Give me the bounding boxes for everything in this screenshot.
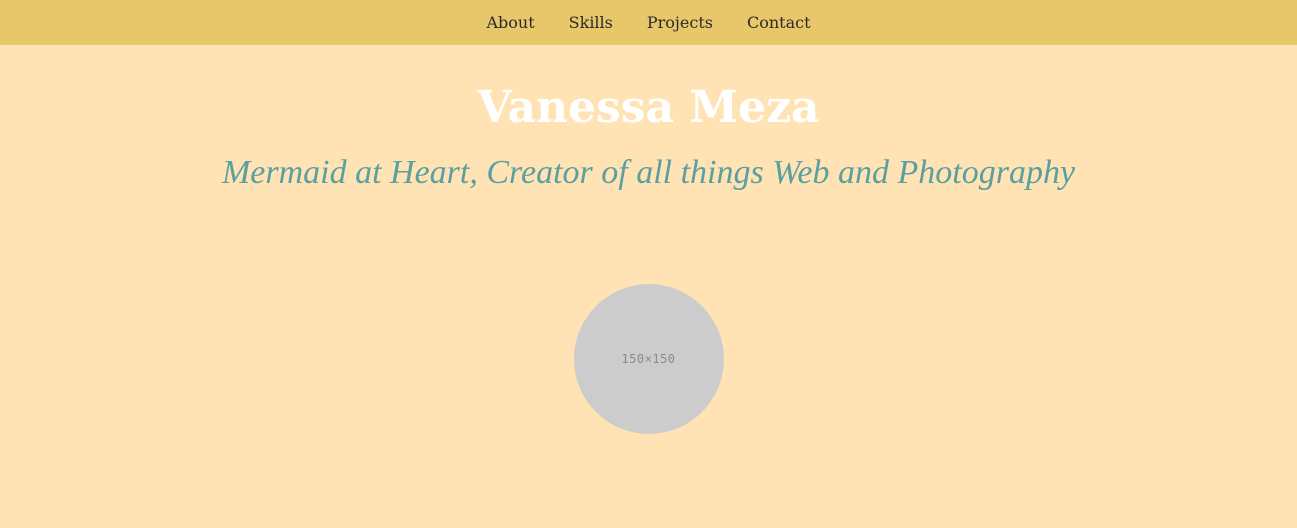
nav-link-projects[interactable]: Projects <box>647 13 713 32</box>
nav-list: About Skills Projects Contact <box>469 13 827 32</box>
page-title: Vanessa Meza <box>477 82 820 133</box>
nav-item-projects: Projects <box>647 13 713 32</box>
top-navigation: About Skills Projects Contact <box>0 0 1297 45</box>
hero-section: Vanessa Meza Mermaid at Heart, Creator o… <box>0 83 1297 434</box>
nav-link-contact[interactable]: Contact <box>747 13 811 32</box>
nav-link-skills[interactable]: Skills <box>569 13 613 32</box>
tagline: Mermaid at Heart, Creator of all things … <box>221 154 1076 191</box>
nav-item-about: About <box>486 13 534 32</box>
nav-link-about[interactable]: About <box>486 13 534 32</box>
avatar: 150×150 <box>573 284 724 434</box>
nav-item-skills: Skills <box>569 13 613 32</box>
nav-item-contact: Contact <box>747 13 811 32</box>
avatar-placeholder-label: 150×150 <box>621 352 676 366</box>
